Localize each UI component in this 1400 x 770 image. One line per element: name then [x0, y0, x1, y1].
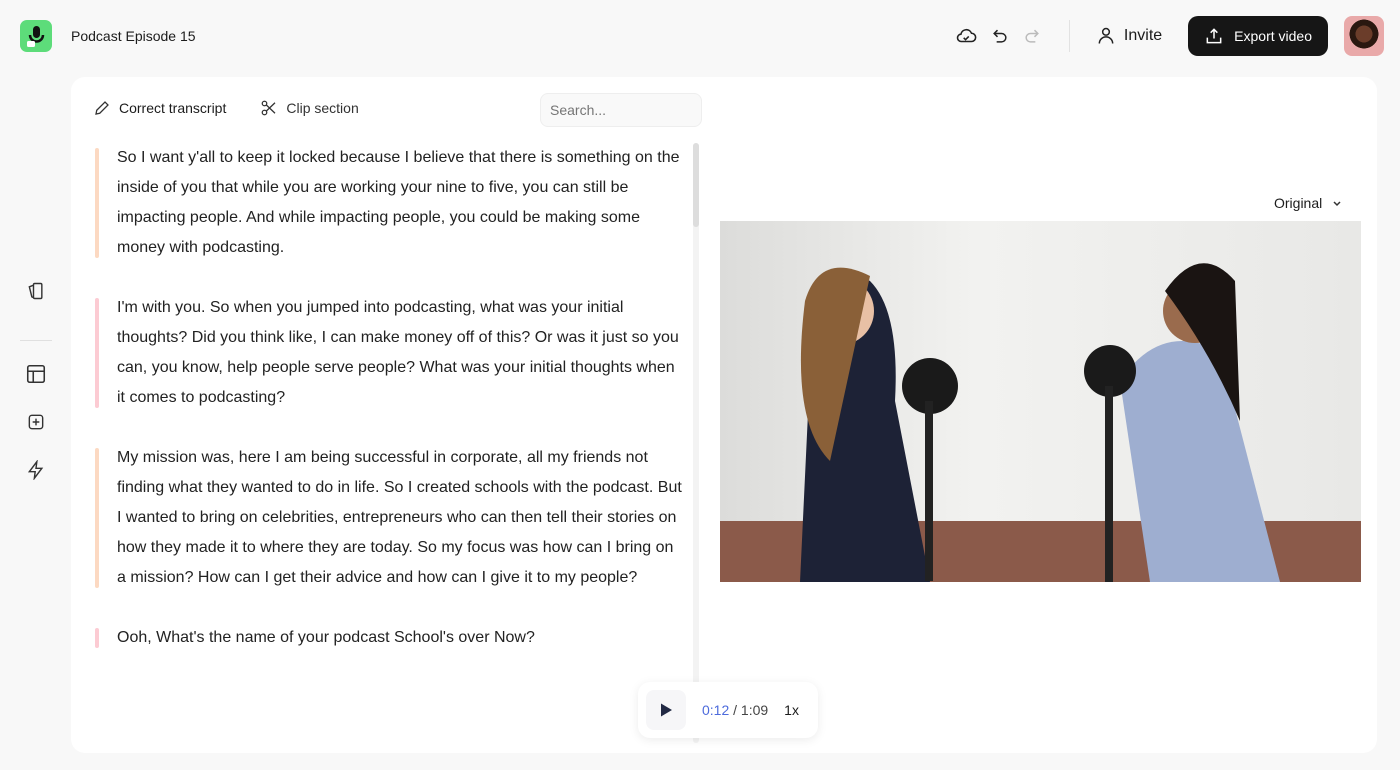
- video-frame: [720, 263, 1361, 582]
- speaker-bar: [95, 628, 99, 648]
- cloud-saved-icon[interactable]: [955, 25, 977, 47]
- paragraph-text: So I want y'all to keep it locked becaus…: [117, 149, 680, 256]
- user-avatar[interactable]: [1344, 16, 1384, 56]
- speaker-bar: [95, 148, 99, 258]
- lightning-icon[interactable]: [25, 459, 47, 481]
- current-time: 0:12: [702, 702, 730, 718]
- transcript-paragraph[interactable]: I'm with you. So when you jumped into po…: [95, 293, 685, 413]
- transcript-paragraph[interactable]: My mission was, here I am being successf…: [95, 443, 685, 593]
- scrollbar-thumb[interactable]: [693, 143, 699, 227]
- scissors-icon: [261, 100, 276, 116]
- editor-card: Correct transcript Clip section So I wan…: [71, 77, 1377, 753]
- paragraph-text: Ooh, What's the name of your podcast Sch…: [117, 629, 535, 646]
- speaker-bar: [95, 448, 99, 588]
- project-title: Podcast Episode 15: [71, 28, 196, 44]
- transcript-paragraph[interactable]: So I want y'all to keep it locked becaus…: [95, 143, 685, 263]
- export-video-button[interactable]: Export video: [1188, 16, 1328, 56]
- time-separator: /: [729, 702, 741, 718]
- microphone-icon: [27, 26, 45, 47]
- layout-icon[interactable]: [25, 363, 47, 385]
- export-label: Export video: [1234, 28, 1312, 44]
- invite-button[interactable]: Invite: [1096, 26, 1162, 46]
- sidebar-divider: [20, 340, 52, 341]
- transcript-paragraph[interactable]: Ooh, What's the name of your podcast Sch…: [95, 623, 685, 653]
- speaker-bar: [95, 298, 99, 408]
- transcript-list: So I want y'all to keep it locked becaus…: [95, 143, 685, 743]
- invite-label: Invite: [1123, 27, 1163, 44]
- correct-transcript-button[interactable]: Correct transcript: [93, 99, 226, 117]
- search-input[interactable]: [540, 93, 702, 127]
- redo-icon[interactable]: [1021, 25, 1043, 47]
- aspect-label: Original: [1274, 195, 1323, 211]
- duration: 1:09: [740, 702, 769, 718]
- play-icon: [661, 703, 672, 717]
- clip-section-label: Clip section: [286, 100, 359, 116]
- chevron-down-icon: [1333, 201, 1341, 207]
- paragraph-text: I'm with you. So when you jumped into po…: [117, 299, 679, 406]
- app-logo: [20, 20, 52, 52]
- divider: [1068, 20, 1070, 52]
- play-button[interactable]: [646, 690, 686, 730]
- aspect-dropdown[interactable]: Original: [1274, 195, 1342, 211]
- video-preview[interactable]: [720, 221, 1361, 582]
- time-display: 0:12 / 1:09: [702, 702, 768, 718]
- undo-icon[interactable]: [989, 25, 1011, 47]
- upload-icon: [1206, 28, 1222, 44]
- playback-controls: 0:12 / 1:09 1x: [638, 682, 818, 738]
- pencil-icon: [95, 101, 109, 115]
- correct-transcript-label: Correct transcript: [119, 100, 227, 116]
- transcript-scrollbar[interactable]: [693, 143, 699, 743]
- clip-section-button[interactable]: Clip section: [260, 99, 359, 117]
- user-icon: [1098, 27, 1114, 44]
- paragraph-text: My mission was, here I am being successf…: [117, 449, 682, 586]
- add-square-icon[interactable]: [25, 411, 47, 433]
- playback-speed-button[interactable]: 1x: [784, 702, 799, 718]
- cards-icon[interactable]: [25, 280, 47, 302]
